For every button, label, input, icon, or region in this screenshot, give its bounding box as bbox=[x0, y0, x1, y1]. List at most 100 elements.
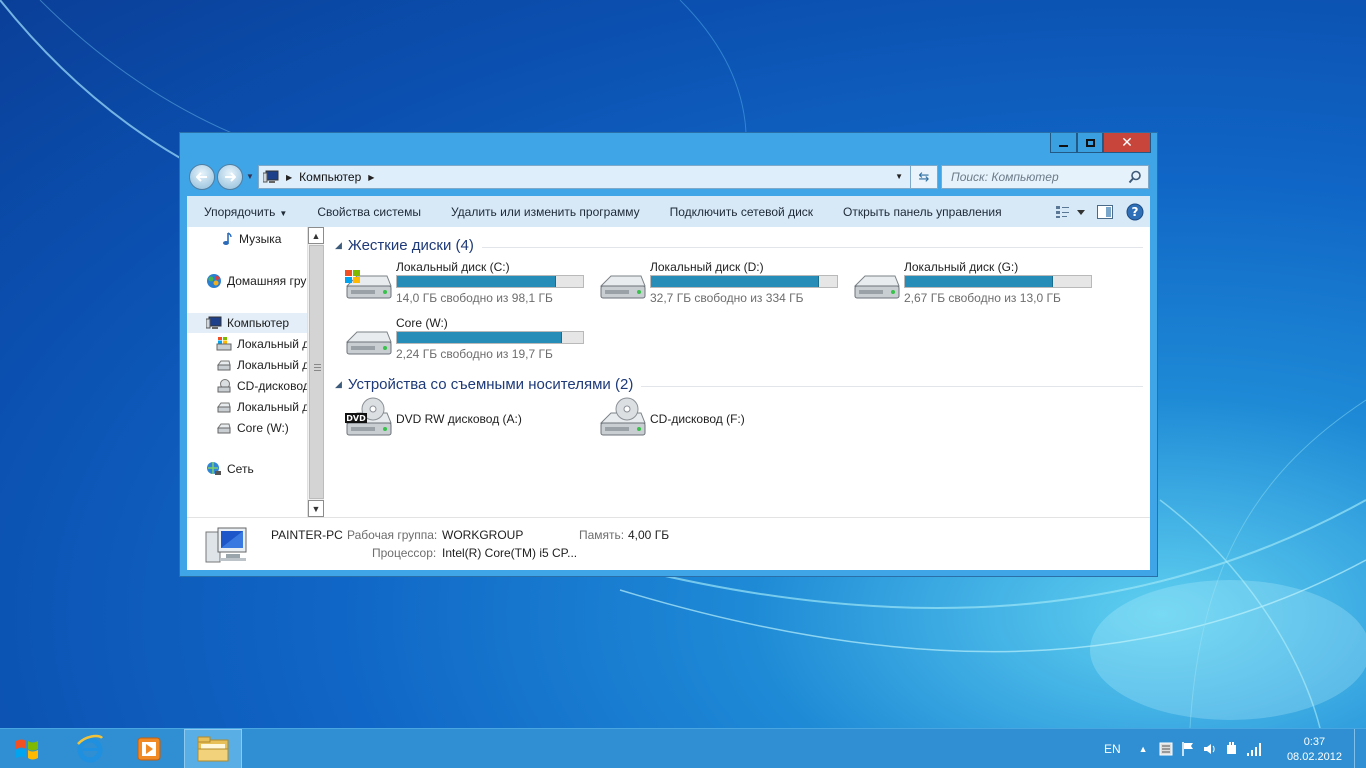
nav-item-drive[interactable]: Локальный диск (D:) bbox=[216, 355, 307, 375]
drive-tile[interactable]: Core (W:) 2,24 ГБ свободно из 19,7 ГБ bbox=[343, 316, 593, 362]
breadcrumb-separator-icon[interactable]: ▶ bbox=[368, 173, 374, 182]
nav-item-music[interactable]: Музыка bbox=[218, 229, 281, 249]
open-control-panel-button[interactable]: Открыть панель управления bbox=[828, 205, 1017, 219]
explorer-window: ✕ ▼ ▶ Компьютер ▶ ▼ ⇆ Упорядочить▼ Свойс… bbox=[179, 132, 1158, 577]
recent-pages-dropdown[interactable]: ▼ bbox=[246, 172, 254, 181]
computer-icon bbox=[262, 170, 279, 184]
drive-usage-fill bbox=[397, 276, 557, 287]
folder-icon bbox=[197, 736, 229, 762]
cd-drive-icon bbox=[216, 378, 232, 394]
media-player-button[interactable] bbox=[120, 729, 178, 768]
address-history-dropdown[interactable]: ▼ bbox=[895, 172, 903, 181]
drive-usage-bar bbox=[904, 275, 1092, 288]
nav-item-homegroup[interactable]: Домашняя группа bbox=[206, 271, 307, 291]
change-view-button[interactable] bbox=[1050, 196, 1090, 227]
back-button[interactable] bbox=[189, 164, 215, 190]
drive-usage-bar bbox=[650, 275, 838, 288]
windows-drive-icon bbox=[343, 268, 393, 304]
search-box[interactable] bbox=[941, 165, 1149, 189]
preview-pane-icon bbox=[1097, 204, 1113, 219]
drive-usage-bar bbox=[396, 331, 584, 344]
internet-explorer-icon bbox=[77, 734, 103, 763]
drive-free-space: 14,0 ГБ свободно из 98,1 ГБ bbox=[396, 291, 553, 305]
group-header-removable[interactable]: ◢ Устройства со съемными носителями (2) bbox=[335, 376, 1143, 393]
scroll-up-button[interactable]: ▲ bbox=[308, 227, 324, 244]
refresh-button[interactable]: ⇆ bbox=[910, 165, 938, 189]
back-arrow-icon bbox=[196, 172, 207, 182]
address-bar[interactable]: ▶ Компьютер ▶ ▼ bbox=[258, 165, 938, 189]
pc-name: PAINTER-PC bbox=[271, 528, 343, 542]
help-button[interactable]: ? bbox=[1120, 196, 1150, 227]
collapse-group-icon: ◢ bbox=[335, 240, 342, 250]
organize-button[interactable]: Упорядочить ▼ bbox=[187, 205, 302, 219]
power-icon[interactable] bbox=[1224, 741, 1240, 757]
clock[interactable]: 0:37 08.02.2012 bbox=[1287, 735, 1342, 765]
computer-icon bbox=[206, 315, 222, 331]
action-center-icon[interactable] bbox=[1158, 741, 1174, 757]
organize-label: Упорядочить bbox=[204, 204, 276, 219]
internet-explorer-button[interactable] bbox=[61, 729, 119, 768]
nav-item-computer[interactable]: Компьютер bbox=[187, 313, 307, 333]
drive-tile[interactable]: Локальный диск (G:) 2,67 ГБ свободно из 1… bbox=[851, 260, 1101, 306]
drive-free-space: 2,24 ГБ свободно из 19,7 ГБ bbox=[396, 347, 553, 361]
close-button[interactable]: ✕ bbox=[1103, 133, 1151, 153]
preview-pane-button[interactable] bbox=[1090, 196, 1120, 227]
nav-pane-scrollbar[interactable]: ▲ ▼ bbox=[307, 227, 324, 517]
details-pane: PAINTER-PC Рабочая группа: WORKGROUP Пам… bbox=[187, 517, 1150, 570]
windows-drive-icon bbox=[216, 336, 232, 352]
minimize-button[interactable] bbox=[1050, 133, 1077, 153]
uninstall-program-button[interactable]: Удалить или изменить программу bbox=[436, 205, 655, 219]
group-title: Устройства со съемными носителями (2) bbox=[347, 376, 634, 393]
forward-button[interactable] bbox=[217, 164, 243, 190]
media-player-icon bbox=[137, 737, 161, 761]
maximize-button[interactable] bbox=[1077, 133, 1103, 153]
nav-item-drive[interactable]: Локальный диск (C:) bbox=[216, 334, 307, 354]
view-tiles-icon bbox=[1056, 205, 1085, 218]
sound-icon[interactable] bbox=[1202, 741, 1218, 757]
nav-label: Компьютер bbox=[227, 316, 290, 330]
chevron-down-icon: ▼ bbox=[279, 208, 288, 218]
removable-drive-tile[interactable]: DVD DVD RW дисковод (A:) bbox=[343, 397, 593, 443]
removable-drive-tile[interactable]: CD-дисковод (F:) bbox=[597, 397, 847, 443]
network-signal-icon[interactable] bbox=[1246, 741, 1264, 757]
nav-label: CD-дисковод (F:) bbox=[237, 379, 307, 393]
breadcrumb-separator-icon[interactable]: ▶ bbox=[286, 173, 292, 182]
map-network-drive-button[interactable]: Подключить сетевой диск bbox=[655, 205, 828, 219]
nav-item-drive[interactable]: Локальный диск (G:) bbox=[216, 397, 307, 417]
windows-logo-icon bbox=[16, 739, 38, 760]
scrollbar-thumb[interactable] bbox=[309, 245, 324, 499]
drive-tile[interactable]: Локальный диск (D:) 32,7 ГБ свободно из 3… bbox=[597, 260, 847, 306]
drive-name: CD-дисковод (F:) bbox=[650, 412, 745, 426]
navigation-bar: ▼ ▶ Компьютер ▶ ▼ ⇆ bbox=[188, 164, 1149, 190]
nav-label: Локальный диск (D:) bbox=[237, 358, 307, 372]
show-desktop-button[interactable] bbox=[1354, 729, 1366, 768]
breadcrumb-computer[interactable]: Компьютер bbox=[299, 170, 361, 184]
scroll-grip-icon bbox=[314, 364, 321, 373]
show-hidden-icons-icon[interactable]: ▲ bbox=[1139, 744, 1148, 754]
flag-icon[interactable] bbox=[1180, 741, 1196, 757]
group-header-hard-disks[interactable]: ◢ Жесткие диски (4) bbox=[335, 237, 1143, 254]
drive-name: Локальный диск (C:) bbox=[396, 260, 510, 274]
language-indicator[interactable]: EN bbox=[1104, 742, 1121, 756]
system-properties-button[interactable]: Свойства системы bbox=[302, 205, 436, 219]
hard-drive-icon bbox=[597, 268, 647, 304]
scroll-down-button[interactable]: ▼ bbox=[308, 500, 324, 517]
svg-text:DVD: DVD bbox=[346, 414, 366, 423]
nav-label: Локальный диск (C:) bbox=[237, 337, 307, 351]
hard-drive-icon bbox=[343, 324, 393, 360]
drive-tile[interactable]: Локальный диск (C:) 14,0 ГБ свободно из 9… bbox=[343, 260, 593, 306]
close-icon: ✕ bbox=[1121, 134, 1133, 150]
drive-list: ◢ Жесткие диски (4) Локальный диск (C:) 1… bbox=[325, 227, 1150, 517]
clock-date: 08.02.2012 bbox=[1286, 751, 1342, 763]
dvd-drive-icon: DVD bbox=[343, 397, 393, 441]
drive-name: Локальный диск (G:) bbox=[904, 260, 1019, 274]
nav-item-network[interactable]: Сеть bbox=[206, 459, 254, 479]
start-button[interactable] bbox=[0, 729, 54, 768]
search-input[interactable] bbox=[951, 170, 1121, 184]
nav-item-drive[interactable]: Core (W:) bbox=[216, 418, 289, 438]
search-icon bbox=[1128, 170, 1141, 184]
memory-value: 4,00 ГБ bbox=[628, 528, 670, 542]
nav-item-drive[interactable]: CD-дисковод (F:) bbox=[216, 376, 307, 396]
taskbar: EN ▲ 0:37 08.02.2012 bbox=[0, 728, 1366, 768]
explorer-taskbar-button[interactable] bbox=[184, 729, 242, 768]
